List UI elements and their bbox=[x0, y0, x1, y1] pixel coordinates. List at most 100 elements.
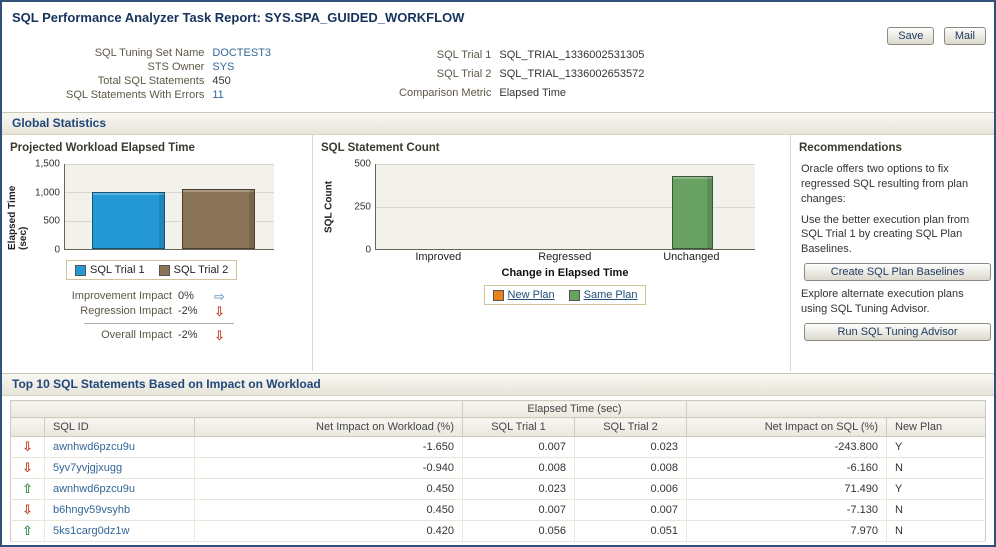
trend-icon: ⇩ bbox=[22, 460, 33, 475]
recommendations-intro: Oracle offers two options to fix regress… bbox=[801, 163, 969, 205]
header-actions: Save Mail bbox=[882, 26, 986, 45]
trial1-cell: 0.007 bbox=[462, 436, 575, 458]
top-sql-table: Elapsed Time (sec) SQL ID Net Impact on … bbox=[10, 400, 986, 542]
y-tick-label: 250 bbox=[354, 201, 371, 213]
summary-label: STS Owner bbox=[147, 61, 205, 73]
count-plot-area bbox=[375, 164, 755, 250]
column-header-sql-trial-2: SQL Trial 2 bbox=[574, 417, 687, 437]
y-tick-label: 0 bbox=[365, 244, 371, 256]
impact-value: 0% bbox=[178, 290, 194, 302]
table-row: ⇩ b6hngv59vsyhb 0.450 0.007 0.007 -7.130… bbox=[10, 499, 986, 521]
section-global-statistics: Global Statistics bbox=[2, 112, 994, 135]
summary-label: SQL Trial 1 bbox=[436, 49, 492, 62]
group-header-spacer bbox=[10, 400, 463, 418]
mail-button[interactable]: Mail bbox=[943, 27, 986, 45]
new-plan-cell: N bbox=[886, 457, 986, 479]
workload-y-axis-label: Elapsed Time (sec) bbox=[7, 185, 29, 250]
sql-trial-2-swatch-icon bbox=[158, 264, 170, 276]
bar-sql-trial-1 bbox=[92, 191, 166, 249]
count-y-axis-label: SQL Count bbox=[323, 180, 335, 234]
net-impact-sql-cell: 71.490 bbox=[686, 478, 887, 500]
bar-sql-trial-2 bbox=[182, 188, 256, 249]
impact-label: Overall Impact bbox=[101, 329, 172, 341]
trend-icon: ⇧ bbox=[22, 481, 33, 496]
trend-icon: ⇩ bbox=[22, 502, 33, 517]
new-plan-legend-link[interactable]: New Plan bbox=[508, 289, 555, 301]
down-arrow-icon: ⇩ bbox=[214, 327, 225, 343]
column-header-sql-id: SQL ID bbox=[44, 417, 195, 437]
net-impact-sql-cell: 7.970 bbox=[686, 520, 887, 542]
column-header-net-impact-workload: Net Impact on Workload (%) bbox=[194, 417, 463, 437]
impact-label: Regression Impact bbox=[80, 305, 172, 317]
impact-divider bbox=[84, 322, 234, 324]
x-category-label: Unchanged bbox=[663, 251, 720, 263]
trial2-cell: 0.051 bbox=[574, 520, 687, 542]
down-arrow-icon: ⇩ bbox=[214, 303, 225, 319]
legend-label: SQL Trial 2 bbox=[173, 264, 229, 276]
summary-section: SQL Tuning Set Name DOCTEST3 STS Owner SYS… bbox=[2, 44, 994, 110]
trial2-cell: 0.006 bbox=[574, 478, 687, 500]
create-sql-plan-baselines-button[interactable]: Create SQL Plan Baselines bbox=[804, 263, 991, 282]
x-category-label: Regressed bbox=[538, 251, 592, 263]
same-plan-legend-link[interactable]: Same Plan bbox=[584, 289, 638, 301]
new-plan-cell: Y bbox=[886, 478, 986, 500]
summary-value: SYS bbox=[212, 61, 235, 73]
summary-value: SQL_TRIAL_1336002653572 bbox=[499, 67, 645, 80]
trial2-cell: 0.007 bbox=[574, 499, 687, 521]
sql-id-link[interactable]: awnhwd6pzcu9u bbox=[53, 441, 135, 453]
impact-value: -2% bbox=[178, 305, 198, 317]
panel-recommendations: Recommendations Oracle offers two option… bbox=[790, 135, 994, 371]
new-plan-cell: Y bbox=[886, 436, 986, 458]
trial2-cell: 0.023 bbox=[574, 436, 687, 458]
net-impact-workload-cell: 0.450 bbox=[194, 478, 463, 500]
impact-label: Improvement Impact bbox=[71, 290, 172, 302]
summary-label: SQL Statements With Errors bbox=[66, 89, 205, 101]
page-title: SQL Performance Analyzer Task Report: SY… bbox=[12, 10, 465, 25]
summary-value: SQL_TRIAL_1336002531305 bbox=[499, 49, 645, 62]
y-tick-label: 500 bbox=[354, 158, 371, 170]
summary-value: DOCTEST3 bbox=[212, 47, 272, 59]
workload-chart: Elapsed Time (sec) 1,500 1,000 500 0 bbox=[7, 159, 304, 256]
count-legend: New Plan Same Plan bbox=[483, 285, 647, 305]
group-header-spacer bbox=[686, 400, 986, 418]
new-plan-swatch-icon bbox=[492, 289, 504, 301]
net-impact-workload-cell: 0.450 bbox=[194, 499, 463, 521]
trend-icon: ⇩ bbox=[22, 439, 33, 454]
count-chart-title: SQL Statement Count bbox=[321, 142, 440, 154]
sql-trial-1-swatch-icon bbox=[75, 264, 86, 276]
trial1-cell: 0.023 bbox=[462, 478, 575, 500]
new-plan-cell: N bbox=[886, 520, 986, 542]
panel-workload-elapsed-time: Projected Workload Elapsed Time Elapsed … bbox=[2, 135, 312, 371]
table-row: ⇩ awnhwd6pzcu9u -1.650 0.007 0.023 -243.… bbox=[10, 436, 986, 458]
summary-value: 11 bbox=[212, 89, 224, 101]
summary-value: 450 bbox=[212, 75, 231, 87]
workload-plot-area bbox=[64, 164, 274, 250]
section-top-sql: Top 10 SQL Statements Based on Impact on… bbox=[2, 373, 994, 396]
recommendation-option-2: Explore alternate execution plans using … bbox=[801, 288, 964, 315]
table-row: ⇩ 5yv7yvjgjxugg -0.940 0.008 0.008 -6.16… bbox=[10, 457, 986, 479]
right-arrow-icon: ⇨ bbox=[214, 288, 225, 304]
sql-id-link[interactable]: 5ks1carg0dz1w bbox=[53, 525, 129, 537]
sql-id-link[interactable]: b6hngv59vsyhb bbox=[53, 504, 130, 516]
trend-icon: ⇧ bbox=[22, 523, 33, 538]
trial1-cell: 0.008 bbox=[462, 457, 575, 479]
net-impact-sql-cell: -6.160 bbox=[686, 457, 887, 479]
summary-label: Comparison Metric bbox=[399, 86, 492, 99]
recommendations-title: Recommendations bbox=[799, 142, 902, 154]
trial1-cell: 0.007 bbox=[462, 499, 575, 521]
y-tick-label: 0 bbox=[54, 244, 60, 256]
sql-id-link[interactable]: 5yv7yvjgjxugg bbox=[53, 462, 122, 474]
net-impact-sql-cell: -7.130 bbox=[686, 499, 887, 521]
save-button[interactable]: Save bbox=[887, 27, 935, 45]
table-group-header-row: Elapsed Time (sec) bbox=[10, 400, 986, 418]
summary-value: Elapsed Time bbox=[499, 86, 567, 99]
top-sql-table-wrap: Elapsed Time (sec) SQL ID Net Impact on … bbox=[10, 400, 986, 542]
gridline bbox=[65, 164, 274, 165]
run-sql-tuning-advisor-button[interactable]: Run SQL Tuning Advisor bbox=[804, 322, 991, 341]
global-statistics-panels: Projected Workload Elapsed Time Elapsed … bbox=[2, 135, 994, 371]
sql-id-link[interactable]: awnhwd6pzcu9u bbox=[53, 483, 135, 495]
workload-chart-title: Projected Workload Elapsed Time bbox=[10, 142, 195, 154]
legend-item-sql-trial-1: SQL Trial 1 bbox=[75, 264, 145, 276]
impact-value: -2% bbox=[178, 329, 198, 341]
legend-item-new-plan: New Plan bbox=[492, 289, 555, 301]
